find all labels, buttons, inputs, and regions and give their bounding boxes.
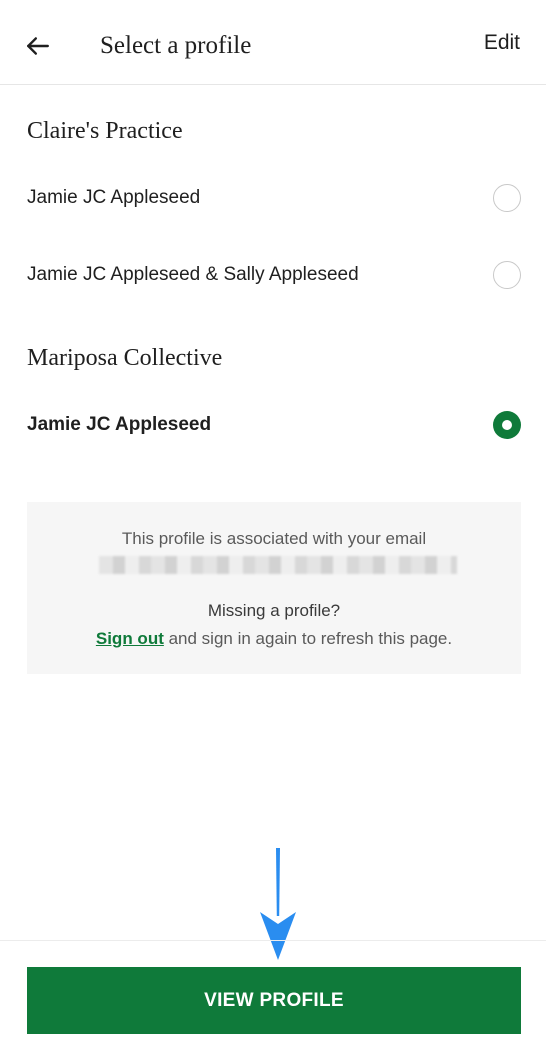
profile-name: Jamie JC Appleseed & Sally Appleseed bbox=[27, 264, 359, 285]
profile-name: Jamie JC Appleseed bbox=[27, 414, 212, 435]
redacted-email bbox=[99, 556, 457, 574]
missing-profile-text: Missing a profile? bbox=[207, 601, 341, 620]
back-button[interactable] bbox=[18, 26, 58, 66]
footer-divider bbox=[0, 940, 546, 941]
section-title-claires-practice: Claire's Practice bbox=[27, 118, 183, 144]
edit-button[interactable]: Edit bbox=[484, 31, 520, 55]
top-bar: Select a profile Edit bbox=[0, 0, 546, 85]
sign-out-line: Sign out and sign in again to refresh th… bbox=[27, 629, 521, 649]
radio-unchecked-icon[interactable] bbox=[493, 184, 521, 212]
page-title: Select a profile bbox=[100, 32, 252, 59]
radio-checked-icon[interactable] bbox=[493, 411, 521, 439]
profile-name: Jamie JC Appleseed bbox=[27, 187, 201, 208]
radio-unchecked-icon[interactable] bbox=[493, 261, 521, 289]
arrow-down-icon bbox=[260, 848, 296, 960]
refresh-text: and sign in again to refresh this page. bbox=[163, 629, 453, 648]
profile-option[interactable]: Jamie JC Appleseed & Sally Appleseed bbox=[0, 247, 546, 303]
sign-out-link[interactable]: Sign out bbox=[96, 629, 164, 648]
associated-email-text: This profile is associated with your ema… bbox=[121, 529, 427, 548]
arrow-left-icon bbox=[27, 37, 49, 55]
section-title-mariposa-collective: Mariposa Collective bbox=[27, 345, 223, 371]
profile-option[interactable]: Jamie JC Appleseed bbox=[0, 170, 546, 226]
email-info-box: This profile is associated with your ema… bbox=[27, 502, 521, 674]
profile-option-selected[interactable]: Jamie JC Appleseed bbox=[0, 397, 546, 453]
view-profile-button[interactable]: VIEW PROFILE bbox=[27, 967, 521, 1034]
profile-select-screen: Select a profile Edit Claire's Practice … bbox=[0, 0, 546, 1048]
